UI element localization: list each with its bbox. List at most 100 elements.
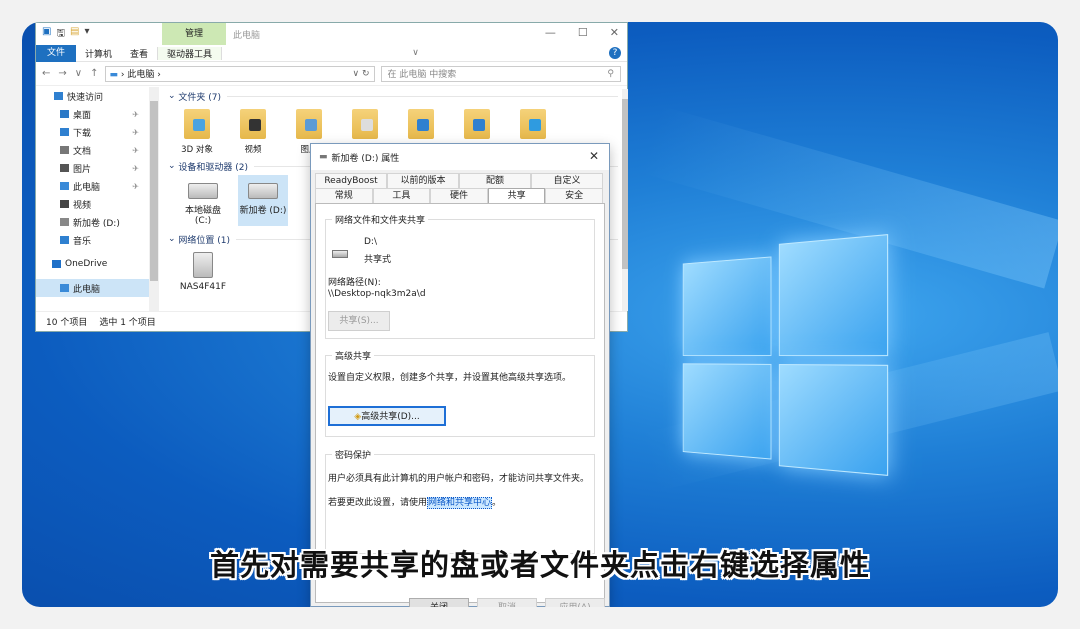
pin-icon[interactable]: ✈ bbox=[132, 128, 139, 137]
folder-icon[interactable]: ▤ bbox=[70, 26, 79, 43]
nav-item-label: 文档 bbox=[73, 144, 91, 157]
minimize-icon[interactable]: — bbox=[545, 26, 556, 39]
network-location[interactable]: NAS4F41F bbox=[178, 250, 228, 292]
desktop-frame: ▣ 🖫 ▤ ▾ 管理 此电脑 — ☐ ✕ 文件 计算机 查看 驱动器工具 ∨ ?… bbox=[22, 22, 1058, 607]
folder-item[interactable]: 3D 对象 bbox=[178, 109, 216, 155]
dialog-tab[interactable]: 自定义 bbox=[531, 173, 603, 188]
pin-icon[interactable]: ✈ bbox=[132, 182, 139, 191]
pin-icon[interactable]: ✈ bbox=[132, 110, 139, 119]
network-sharing-center-link[interactable]: 网络和共享中心 bbox=[427, 497, 492, 509]
nav-item[interactable]: OneDrive bbox=[36, 255, 151, 273]
star-icon bbox=[54, 92, 63, 100]
nav-item-label: 图片 bbox=[73, 162, 91, 175]
close-dialog-button[interactable]: 关闭 bbox=[409, 598, 469, 607]
back-button[interactable]: ← bbox=[42, 68, 50, 79]
computer-icon[interactable]: ▣ bbox=[42, 26, 51, 43]
drive-icon bbox=[332, 250, 348, 258]
close-icon[interactable]: ✕ bbox=[610, 26, 619, 39]
folder-label: 视频 bbox=[234, 143, 272, 155]
drive-label: 本地磁盘 (C:) bbox=[178, 203, 228, 226]
content-scrollbar[interactable] bbox=[622, 89, 628, 311]
dialog-tab[interactable]: 共享 bbox=[488, 188, 546, 203]
cloud-icon bbox=[52, 260, 61, 268]
drive-label: 新加卷 (D:) bbox=[238, 203, 288, 216]
drive-icon bbox=[60, 218, 69, 226]
dialog-tab[interactable]: 安全 bbox=[545, 188, 603, 203]
nav-item-label: 桌面 bbox=[73, 108, 91, 121]
folder-item[interactable]: 视频 bbox=[234, 109, 272, 155]
nav-item[interactable]: 快速访问 bbox=[36, 87, 151, 105]
nav-item[interactable]: 桌面 ✈ bbox=[36, 105, 151, 123]
tab-drive-tools[interactable]: 驱动器工具 bbox=[157, 47, 222, 60]
network-path-label: 网络路径(N): bbox=[328, 275, 381, 288]
up-button[interactable]: ↑ bbox=[90, 68, 98, 79]
nav-item-label: 视频 bbox=[73, 198, 91, 211]
dialog-tab[interactable]: 配额 bbox=[459, 173, 531, 188]
dialog-tab[interactable]: 常规 bbox=[315, 188, 373, 203]
tab-view[interactable]: 查看 bbox=[121, 47, 157, 60]
group-label: 密码保护 bbox=[332, 448, 374, 461]
address-bar-row: ← → ∨ ↑ ▬ › 此电脑 › ∨ ↻ 在 此电脑 中搜索 ⚲ bbox=[36, 62, 627, 86]
pin-icon[interactable]: ✈ bbox=[132, 164, 139, 173]
nav-item[interactable]: 文档 ✈ bbox=[36, 141, 151, 159]
help-icon[interactable]: ? bbox=[609, 47, 621, 59]
maximize-icon[interactable]: ☐ bbox=[578, 26, 588, 39]
save-icon[interactable]: 🖫 bbox=[56, 26, 65, 43]
folder-label: 3D 对象 bbox=[178, 143, 216, 155]
windows-logo bbox=[683, 234, 888, 476]
dialog-tab[interactable]: ReadyBoost bbox=[315, 173, 387, 188]
group-label: 高级共享 bbox=[332, 349, 374, 362]
folder-icon bbox=[184, 109, 210, 139]
recent-locations-button[interactable]: ∨ bbox=[75, 68, 82, 79]
tab-row-bottom: 常规 工具 硬件 共享 安全 bbox=[315, 188, 603, 203]
desktop-icon bbox=[60, 110, 69, 118]
nav-item[interactable]: 此电脑 bbox=[36, 279, 151, 297]
apply-button[interactable]: 应用(A) bbox=[545, 598, 605, 607]
nas-icon bbox=[193, 252, 213, 278]
share-button[interactable]: 共享(S)... bbox=[328, 311, 390, 331]
search-icon: ⚲ bbox=[607, 69, 614, 79]
chevron-down-icon[interactable]: ∨ bbox=[403, 48, 428, 58]
nav-item[interactable]: 此电脑 ✈ bbox=[36, 177, 151, 195]
window-controls: — ☐ ✕ bbox=[545, 26, 619, 39]
search-input[interactable]: 在 此电脑 中搜索 ⚲ bbox=[381, 66, 622, 82]
network-path: \\Desktop-nqk3m2a\d bbox=[328, 289, 426, 299]
group-header-folders[interactable]: ⌄ 文件夹 (7) bbox=[168, 89, 618, 103]
close-button[interactable]: ✕ bbox=[589, 149, 599, 163]
computer-icon bbox=[60, 284, 69, 292]
password-protection-group: 密码保护 用户必须具有此计算机的用户帐户和密码，才能访问共享文件夹。 若要更改此… bbox=[325, 454, 595, 554]
group-label: 网络文件和文件夹共享 bbox=[332, 213, 428, 226]
address-input[interactable]: ▬ › 此电脑 › ∨ ↻ bbox=[105, 66, 375, 82]
status-count: 10 个项目 bbox=[46, 315, 87, 328]
network-label: NAS4F41F bbox=[178, 282, 228, 292]
pin-icon[interactable]: ✈ bbox=[132, 146, 139, 155]
nav-item[interactable]: 图片 ✈ bbox=[36, 159, 151, 177]
nav-item[interactable]: 新加卷 (D:) bbox=[36, 213, 151, 231]
folder-icon bbox=[520, 109, 546, 139]
chevron-down-icon[interactable]: ▾ bbox=[84, 26, 89, 43]
ribbon-tabs: 文件 计算机 查看 驱动器工具 ∨ ? bbox=[36, 45, 627, 62]
drive-d[interactable]: 新加卷 (D:) bbox=[238, 175, 288, 226]
dialog-tab[interactable]: 工具 bbox=[373, 188, 431, 203]
drive-icon bbox=[248, 183, 278, 199]
nav-item[interactable]: 视频 bbox=[36, 195, 151, 213]
tab-file[interactable]: 文件 bbox=[36, 45, 76, 62]
password-desc: 用户必须具有此计算机的用户帐户和密码，才能访问共享文件夹。 bbox=[328, 471, 592, 484]
computer-icon bbox=[60, 182, 69, 190]
tab-manage[interactable]: 管理 bbox=[162, 23, 226, 45]
document-icon bbox=[60, 146, 69, 154]
dialog-tab[interactable]: 以前的版本 bbox=[387, 173, 459, 188]
forward-button[interactable]: → bbox=[58, 68, 66, 79]
drive-c[interactable]: 本地磁盘 (C:) bbox=[178, 175, 228, 226]
tab-computer[interactable]: 计算机 bbox=[76, 47, 121, 60]
dialog-tab[interactable]: 硬件 bbox=[430, 188, 488, 203]
nav-scrollbar[interactable] bbox=[149, 87, 159, 311]
cancel-button[interactable]: 取消 bbox=[477, 598, 537, 607]
folder-icon bbox=[464, 109, 490, 139]
quick-access-toolbar[interactable]: ▣ 🖫 ▤ ▾ bbox=[42, 26, 89, 43]
nav-item[interactable]: 音乐 bbox=[36, 231, 151, 249]
status-selected: 选中 1 个项目 bbox=[99, 315, 155, 328]
nav-item[interactable]: 下载 ✈ bbox=[36, 123, 151, 141]
advanced-sharing-button[interactable]: ◈高级共享(D)... bbox=[328, 406, 446, 426]
dialog-title: 新加卷 (D:) 属性 bbox=[332, 151, 400, 164]
